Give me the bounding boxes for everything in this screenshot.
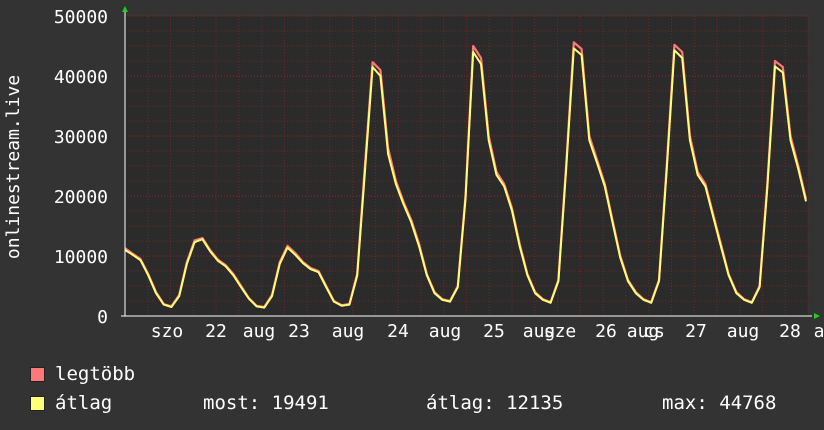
y-tick-label: 30000: [54, 127, 108, 148]
x-tick-label: 28: [779, 321, 801, 342]
y-axis-label: onlinestream.live: [3, 75, 24, 259]
legend-item-atlag: átlag: [30, 392, 112, 414]
x-tick-label: a: [814, 321, 824, 342]
x-tick-label: sze: [544, 321, 577, 342]
stat-most: most: 19491: [203, 392, 329, 414]
x-tick-label: 25: [483, 321, 505, 342]
x-tick-label: 22: [205, 321, 227, 342]
x-tick-label: aug: [332, 321, 365, 342]
x-tick-label: aug: [727, 321, 760, 342]
y-tick-label: 10000: [54, 247, 108, 268]
stat-max: max: 44768: [662, 392, 777, 414]
y-tick-label: 50000: [54, 7, 108, 28]
x-tick-label: szo: [151, 321, 184, 342]
legend-item-legtobb: legtöbb: [30, 363, 135, 385]
y-tick-label: 0: [97, 307, 108, 328]
x-axis-arrow: [814, 313, 820, 319]
legend-swatch-atlag: [30, 395, 45, 411]
chart-area: 0 10000 20000 30000 40000 50000 szo 22 aug 23 aug…: [3, 6, 824, 342]
x-tick-label: aug: [243, 321, 276, 342]
y-axis-arrow: [122, 6, 128, 12]
x-tick-label: cs: [643, 321, 665, 342]
stat-atlag: átlag: 12135: [426, 392, 564, 414]
y-tick-label: 20000: [54, 187, 108, 208]
y-tick-label: 40000: [54, 67, 108, 88]
x-tick-label: 23: [288, 321, 310, 342]
x-tick-label: 24: [387, 321, 409, 342]
x-axis-ticks: szo 22 aug 23 aug 24 aug 25 augsze 26 augcs 27 aug 28…: [151, 321, 824, 342]
x-tick-label: 26: [595, 321, 617, 342]
x-tick-label: 27: [685, 321, 707, 342]
legend-label-atlag: átlag: [55, 392, 113, 414]
x-tick-label: aug: [429, 321, 462, 342]
y-axis-ticks: 0 10000 20000 30000 40000 50000: [54, 7, 108, 328]
legend-label-legtobb: legtöbb: [55, 363, 136, 385]
legend-swatch-legtobb: [30, 366, 45, 382]
